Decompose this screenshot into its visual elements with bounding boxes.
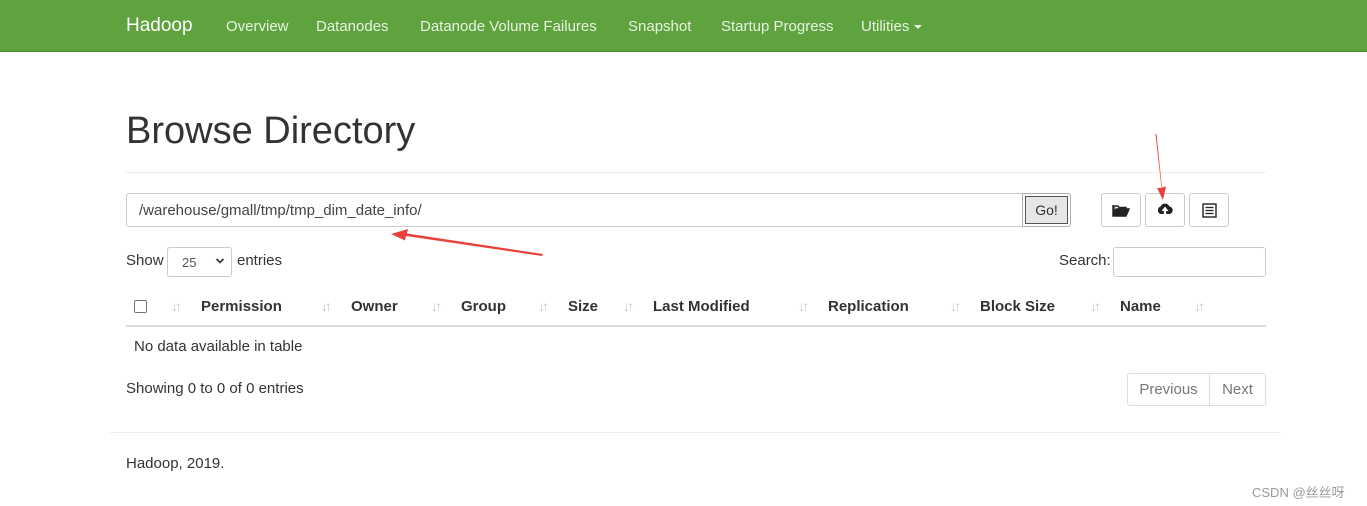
upload-icon [1157, 203, 1173, 216]
select-all-checkbox[interactable] [134, 300, 147, 313]
previous-button[interactable]: Previous [1127, 373, 1210, 406]
sort-icon[interactable]: ↓↑ [538, 298, 549, 314]
sort-icon[interactable]: ↓↑ [623, 298, 634, 314]
upload-button[interactable] [1145, 193, 1185, 227]
column-header-replication[interactable]: Replication [828, 298, 909, 315]
nav-datanode-volume-failures[interactable]: Datanode Volume Failures [420, 18, 597, 35]
column-header-group[interactable]: Group [461, 298, 506, 315]
annotation-arrow-upload [1155, 134, 1166, 200]
list-icon [1201, 202, 1217, 218]
page-title: Browse Directory [126, 110, 416, 152]
directory-path-input[interactable] [126, 193, 1022, 227]
next-button[interactable]: Next [1209, 373, 1266, 406]
nav-snapshot[interactable]: Snapshot [628, 18, 691, 35]
brand-logo-link[interactable]: Hadoop [126, 15, 193, 37]
cut-paste-list-button[interactable] [1189, 193, 1229, 227]
search-label: Search: [1059, 252, 1111, 269]
nav-startup-progress[interactable]: Startup Progress [721, 18, 834, 35]
column-header-size[interactable]: Size [568, 298, 598, 315]
sort-icon[interactable]: ↓↑ [431, 298, 442, 314]
table-info: Showing 0 to 0 of 0 entries [126, 380, 304, 397]
sort-icon[interactable]: ↓↑ [171, 298, 182, 314]
show-label: Show [126, 252, 164, 269]
go-button-label: Go! [1025, 196, 1068, 224]
folder-open-icon [1112, 205, 1130, 217]
column-header-owner[interactable]: Owner [351, 298, 398, 315]
go-button[interactable]: Go! [1022, 193, 1071, 227]
nav-overview[interactable]: Overview [226, 18, 289, 35]
sort-icon[interactable]: ↓↑ [1090, 298, 1101, 314]
title-divider [126, 172, 1266, 173]
table-header-divider [126, 325, 1266, 327]
annotation-arrow-path [391, 229, 543, 256]
entries-label: entries [237, 252, 283, 269]
footer-text: Hadoop, 2019. [126, 455, 225, 472]
empty-table-message: No data available in table [134, 338, 303, 355]
column-header-name[interactable]: Name [1120, 298, 1161, 315]
caret-down-icon [914, 25, 923, 30]
column-header-block-size[interactable]: Block Size [980, 298, 1055, 315]
page-length-value: 25 [182, 255, 197, 270]
watermark: CSDN @丝丝呀 [1252, 485, 1345, 500]
create-directory-button[interactable] [1101, 193, 1141, 227]
top-navbar: Hadoop Overview Datanodes Datanode Volum… [0, 0, 1367, 52]
page-length-select[interactable]: 25 [167, 247, 232, 277]
column-header-permission[interactable]: Permission [201, 298, 282, 315]
chevron-down-icon [215, 258, 225, 264]
nav-utilities-dropdown[interactable]: Utilities [861, 18, 923, 35]
sort-icon[interactable]: ↓↑ [321, 298, 332, 314]
sort-icon[interactable]: ↓↑ [1194, 298, 1205, 314]
search-input[interactable] [1113, 247, 1266, 277]
sort-icon[interactable]: ↓↑ [950, 298, 961, 314]
sort-icon[interactable]: ↓↑ [798, 298, 809, 314]
column-header-last-modified[interactable]: Last Modified [653, 298, 750, 315]
nav-utilities-label: Utilities [861, 18, 910, 35]
nav-datanodes[interactable]: Datanodes [316, 18, 389, 35]
footer-divider [110, 432, 1281, 433]
